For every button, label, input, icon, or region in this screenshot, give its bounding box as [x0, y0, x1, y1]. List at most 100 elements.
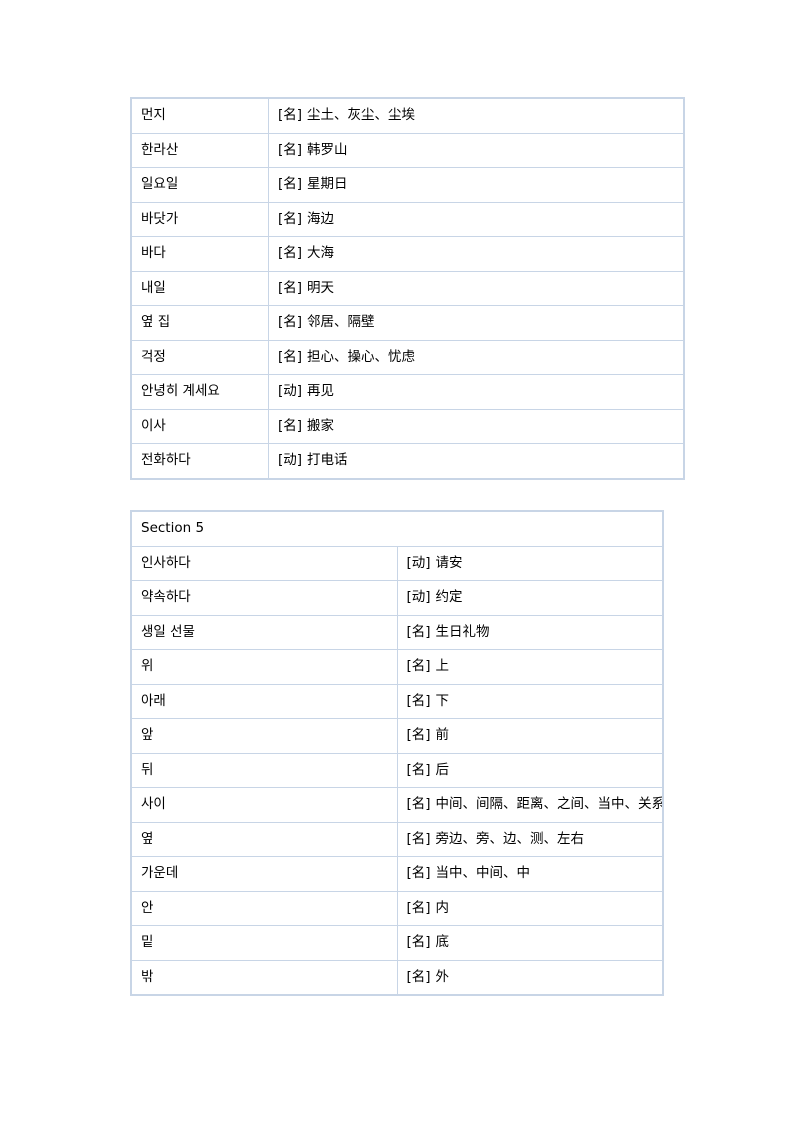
vocab-term: 옆: [130, 821, 398, 857]
part-of-speech-tag: [名]: [278, 348, 303, 365]
vocab-term: 한라산: [130, 132, 269, 168]
vocab-definition-text: 下: [435, 692, 450, 709]
vocab-definition-cell: [名] 海边: [268, 201, 685, 237]
vocab-definition-text: 上: [435, 658, 450, 674]
part-of-speech-tag: [名]: [278, 279, 303, 296]
vocab-definition-cell: [名] 明天: [268, 270, 685, 306]
table-row: 일요일 [名] 星期日: [130, 167, 685, 203]
table-row: 내일 [名] 明天: [130, 270, 685, 306]
vocab-term: 걱정: [130, 339, 269, 375]
vocab-term: 안: [130, 890, 398, 926]
part-of-speech-tag: [名]: [406, 830, 431, 847]
table-row: 옆 집 [名] 邻居、隔壁: [130, 305, 685, 341]
table-row: 사이 [名] 中间、间隔、距离、之间、当中、关系: [130, 787, 664, 823]
document-page: 먼지 [名] 尘土、灰尘、尘埃 한라산 [名] 韩罗山 일요일 [名] 星期日 바닷가 [名] 海边 바…: [0, 0, 794, 1123]
vocabulary-table-1-body: 먼지 [名] 尘土、灰尘、尘埃 한라산 [名] 韩罗山 일요일 [名] 星期日 바닷가 [名] 海边 바…: [130, 97, 685, 479]
table-row: 인사하다 [动] 请安: [130, 545, 664, 581]
table-row: 아래 [名] 下: [130, 683, 664, 719]
table-row: 위 [名] 上: [130, 649, 664, 685]
vocab-term: 일요일: [130, 167, 269, 203]
vocabulary-table-2-body: Section 5 인사하다 [动] 请安 약속하다 [动] 约定 생일 선물 [名] 生日礼物 위…: [130, 510, 664, 996]
vocab-definition-cell: [动] 再见: [268, 374, 685, 410]
vocab-definition-text: 明天: [307, 279, 335, 296]
vocab-definition-text: 韩罗山: [307, 141, 348, 158]
vocab-definition-cell: [名] 后: [396, 752, 664, 788]
vocab-definition-text: 大海: [307, 245, 335, 261]
vocab-definition-text: 当中、中间、中: [435, 865, 531, 881]
vocab-term: 밖: [130, 959, 398, 996]
vocab-term: 안녕히 계세요: [130, 374, 269, 410]
vocab-definition-cell: [动] 约定: [396, 580, 664, 616]
vocab-definition-cell: [名] 中间、间隔、距离、之间、当中、关系: [396, 787, 664, 823]
table-row: 밖 [名] 外: [130, 959, 664, 996]
vocab-term: 앞: [130, 718, 398, 754]
vocab-term: 인사하다: [130, 545, 398, 581]
part-of-speech-tag: [名]: [406, 865, 431, 881]
vocab-definition-cell: [名] 担心、操心、忧虑: [268, 339, 685, 375]
vocab-definition-text: 请安: [435, 554, 463, 571]
vocab-term: 옆 집: [130, 305, 269, 341]
vocabulary-table-2: Section 5 인사하다 [动] 请安 약속하다 [动] 约定 생일 선물 [名] 生日礼物 위…: [130, 510, 664, 996]
part-of-speech-tag: [名]: [278, 210, 303, 227]
vocab-definition-text: 内: [435, 899, 450, 916]
vocab-definition-cell: [名] 搬家: [268, 408, 685, 444]
vocab-term: 가운데: [130, 856, 398, 892]
vocab-term: 바다: [130, 236, 269, 272]
table-row: 한라산 [名] 韩罗山: [130, 132, 685, 168]
part-of-speech-tag: [名]: [406, 692, 431, 709]
vocab-definition-text: 后: [435, 761, 450, 778]
part-of-speech-tag: [名]: [406, 761, 431, 778]
vocab-definition-cell: [名] 生日礼物: [396, 614, 664, 650]
table-row: 밑 [名] 底: [130, 925, 664, 961]
vocab-definition-cell: [名] 上: [396, 649, 664, 685]
vocab-definition-text: 外: [435, 968, 450, 985]
vocab-definition-cell: [名] 韩罗山: [268, 132, 685, 168]
table-row: 약속하다 [动] 约定: [130, 580, 664, 616]
table-row: 앞 [名] 前: [130, 718, 664, 754]
vocab-definition-text: 邻居、隔壁: [307, 314, 375, 330]
part-of-speech-tag: [名]: [406, 796, 431, 812]
vocab-term: 위: [130, 649, 398, 685]
section-header-row: Section 5: [130, 510, 664, 547]
vocab-definition-text: 约定: [435, 589, 463, 605]
vocab-definition-text: 担心、操心、忧虑: [307, 348, 416, 365]
vocab-definition-cell: [名] 内: [396, 890, 664, 926]
table-row: 생일 선물 [名] 生日礼物: [130, 614, 664, 650]
part-of-speech-tag: [名]: [278, 417, 303, 434]
part-of-speech-tag: [动]: [406, 589, 431, 605]
vocab-definition-text: 星期日: [307, 176, 348, 192]
table-row: 안 [名] 内: [130, 890, 664, 926]
vocab-definition-cell: [动] 打电话: [268, 443, 685, 479]
vocab-definition-cell: [名] 前: [396, 718, 664, 754]
vocab-definition-cell: [名] 尘土、灰尘、尘埃: [268, 97, 685, 134]
vocab-term: 전화하다: [130, 443, 269, 479]
vocab-definition-text: 前: [435, 727, 450, 743]
vocab-definition-text: 中间、间隔、距离、之间、当中、关系: [435, 796, 663, 812]
table-row: 뒤 [名] 后: [130, 752, 664, 788]
vocab-definition-text: 生日礼物: [435, 623, 490, 640]
table-row: 먼지 [名] 尘土、灰尘、尘埃: [130, 97, 685, 134]
vocab-term: 약속하다: [130, 580, 398, 616]
vocab-definition-cell: [名] 底: [396, 925, 664, 961]
table-row: 바다 [名] 大海: [130, 236, 685, 272]
vocab-term: 내일: [130, 270, 269, 306]
vocab-term: 먼지: [130, 97, 269, 134]
part-of-speech-tag: [名]: [406, 658, 431, 674]
vocab-term: 아래: [130, 683, 398, 719]
vocab-term: 생일 선물: [130, 614, 398, 650]
vocab-definition-text: 海边: [307, 210, 335, 227]
part-of-speech-tag: [名]: [406, 968, 431, 985]
vocab-definition-text: 打电话: [307, 452, 348, 468]
table-row: 가운데 [名] 当中、中间、中: [130, 856, 664, 892]
table-row: 걱정 [名] 担心、操心、忧虑: [130, 339, 685, 375]
table-row: 바닷가 [名] 海边: [130, 201, 685, 237]
vocab-definition-cell: [名] 下: [396, 683, 664, 719]
vocab-definition-text: 再见: [307, 383, 335, 399]
vocab-definition-text: 搬家: [307, 417, 335, 434]
vocab-definition-cell: [名] 外: [396, 959, 664, 996]
table-row: 이사 [名] 搬家: [130, 408, 685, 444]
part-of-speech-tag: [名]: [278, 245, 303, 261]
vocab-definition-cell: [名] 大海: [268, 236, 685, 272]
vocab-definition-cell: [名] 旁边、旁、边、测、左右: [396, 821, 664, 857]
table-row: 전화하다 [动] 打电话: [130, 443, 685, 479]
